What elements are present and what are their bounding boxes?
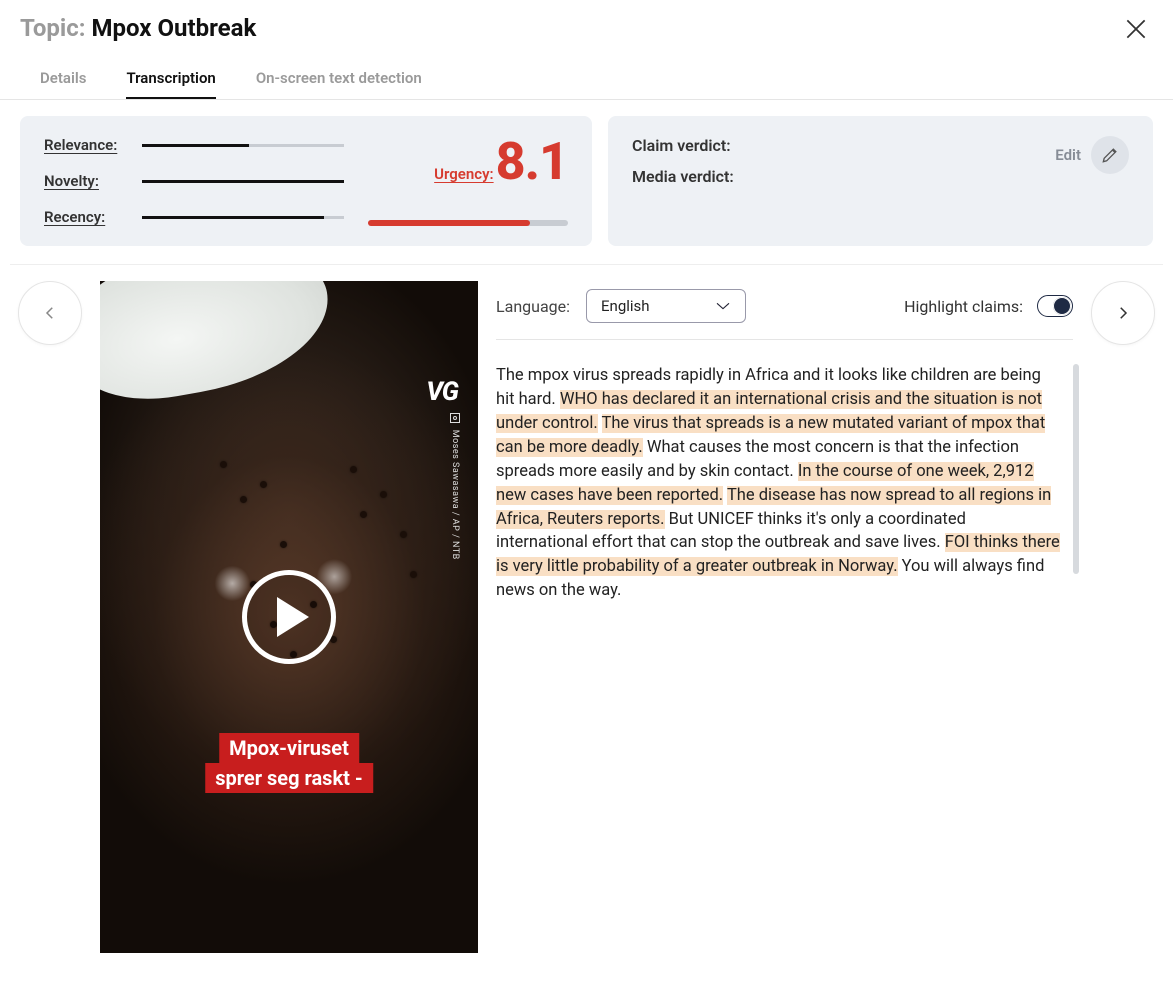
- tabs: Details Transcription On-screen text det…: [0, 49, 1173, 100]
- relevance-label: Relevance:: [44, 136, 124, 154]
- urgency-value: 8.1: [496, 136, 568, 188]
- caption-line-2: sprer seg raskt -: [205, 763, 373, 793]
- metric-novelty: Novelty:: [44, 172, 344, 190]
- video-caption: Mpox-viruset sprer seg raskt -: [205, 733, 373, 793]
- tab-details[interactable]: Details: [40, 69, 86, 99]
- claim-verdict-label: Claim verdict:: [632, 136, 734, 155]
- close-icon: [1123, 16, 1149, 42]
- novelty-label: Novelty:: [44, 172, 124, 190]
- topic-prefix: Topic:: [20, 14, 86, 42]
- chevron-left-icon: [41, 304, 59, 322]
- tab-transcription[interactable]: Transcription: [126, 69, 215, 99]
- close-button[interactable]: [1119, 12, 1153, 49]
- pencil-icon: [1100, 145, 1120, 165]
- metric-recency: Recency:: [44, 208, 344, 226]
- urgency-bar: [368, 220, 568, 226]
- novelty-bar: [142, 180, 344, 183]
- source-logo: VG: [426, 377, 458, 407]
- prev-button[interactable]: [18, 281, 82, 345]
- next-button[interactable]: [1091, 281, 1155, 345]
- media-verdict-label: Media verdict:: [632, 167, 734, 186]
- chevron-down-icon: [715, 301, 731, 311]
- camera-icon: [450, 413, 460, 423]
- highlight-claims-toggle[interactable]: [1037, 295, 1073, 317]
- edit-button[interactable]: [1091, 136, 1129, 174]
- metrics-panel: Relevance: Novelty: Recency: Urgency: 8.…: [20, 116, 592, 246]
- transcript-text-span: [598, 414, 602, 433]
- page-title: Topic: Mpox Outbreak: [20, 14, 256, 42]
- urgency-label: Urgency:: [434, 165, 493, 183]
- metric-relevance: Relevance:: [44, 136, 344, 154]
- topic-name: Mpox Outbreak: [91, 14, 256, 42]
- play-button[interactable]: [242, 570, 336, 664]
- recency-label: Recency:: [44, 208, 124, 226]
- language-value: English: [601, 297, 650, 315]
- transcript-text: The mpox virus spreads rapidly in Africa…: [496, 364, 1073, 603]
- caption-line-1: Mpox-viruset: [219, 733, 359, 763]
- tab-osd[interactable]: On-screen text detection: [256, 69, 422, 99]
- photo-credit: Moses Sawasawa / AP / NTB: [450, 413, 460, 560]
- highlight-claims-label: Highlight claims:: [904, 297, 1023, 316]
- relevance-bar: [142, 144, 344, 147]
- verdict-panel: Claim verdict: Media verdict: Edit: [608, 116, 1153, 246]
- chevron-right-icon: [1114, 304, 1132, 322]
- recency-bar: [142, 216, 344, 219]
- language-select[interactable]: English: [586, 289, 746, 323]
- language-label: Language:: [496, 297, 570, 316]
- edit-label: Edit: [1055, 146, 1081, 164]
- scrollbar[interactable]: [1073, 364, 1079, 574]
- video-thumbnail[interactable]: VG Moses Sawasawa / AP / NTB Mpox-viruse…: [100, 281, 478, 953]
- photo-credit-text: Moses Sawasawa / AP / NTB: [450, 430, 460, 560]
